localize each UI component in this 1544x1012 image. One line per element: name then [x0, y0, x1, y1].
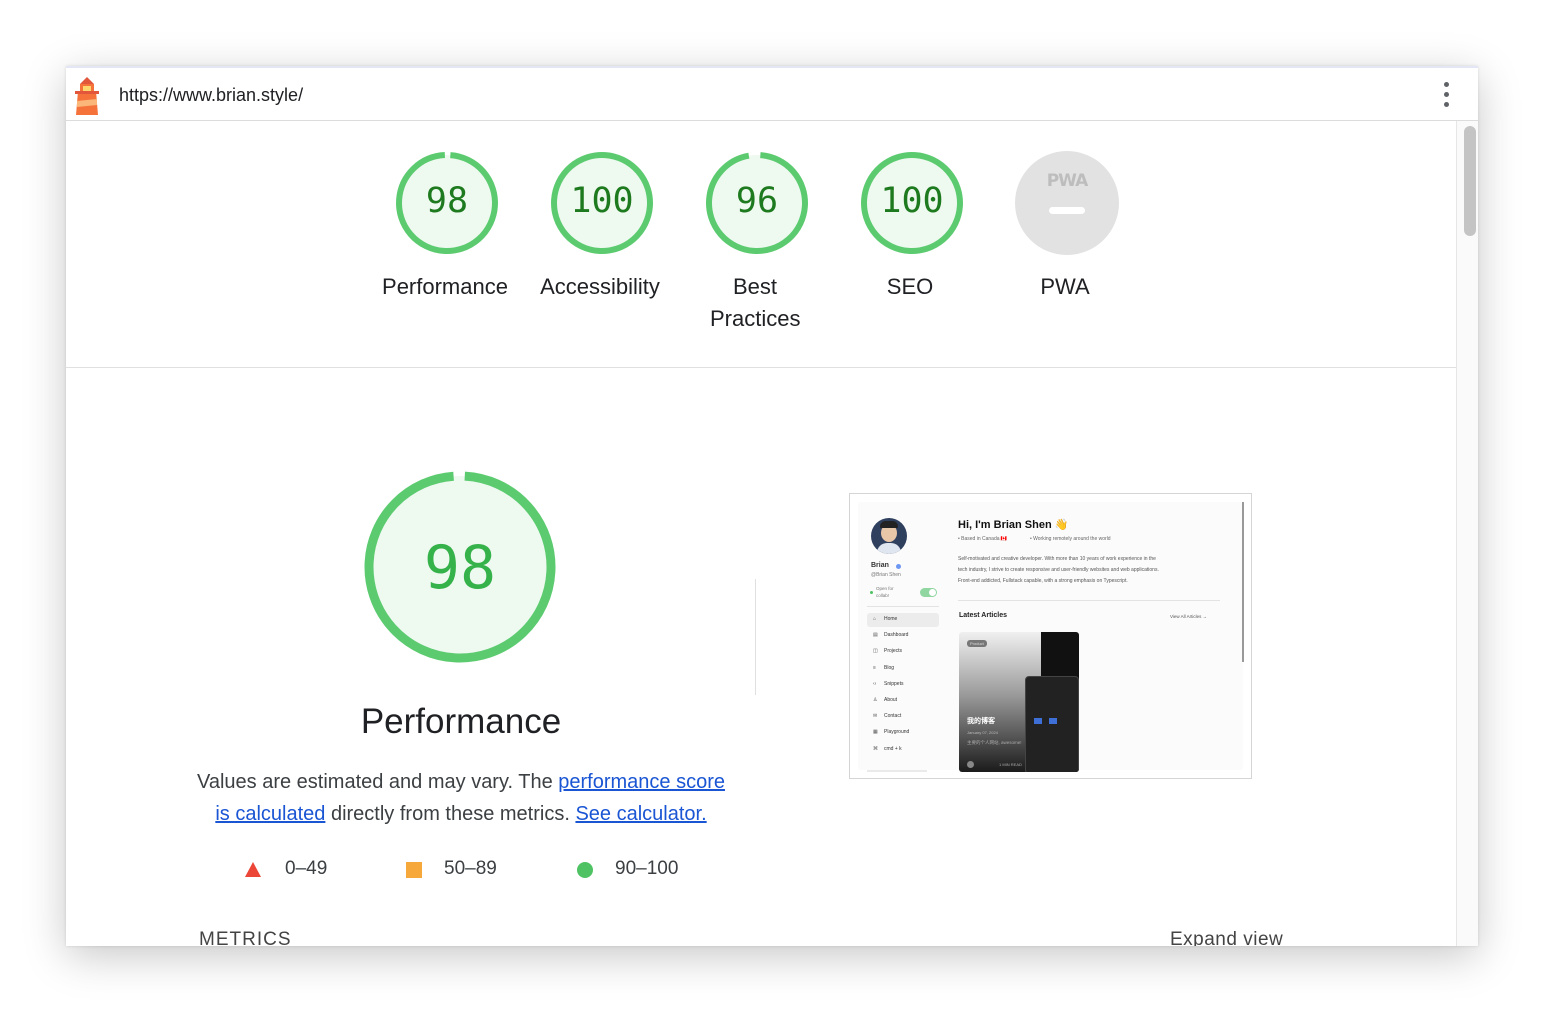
collab-toggle [920, 588, 937, 597]
gauge-label: PWA [1040, 274, 1090, 299]
remote-text: • Working remotely around the world [1030, 536, 1111, 542]
nav-item-icon: ‹› [873, 680, 877, 687]
scrollbar-track[interactable] [1456, 121, 1478, 946]
performance-description: Values are estimated and may vary. The p… [196, 766, 726, 830]
metrics-heading: METRICS [199, 929, 292, 946]
view-all-link: View All Articles → [1170, 614, 1208, 619]
avatar [871, 518, 907, 554]
sidebar-footer [867, 770, 927, 772]
legend-pass-range: 90–100 [615, 858, 679, 879]
gauge-score: 98 [425, 181, 469, 221]
nav-item-icon: ⌂ [873, 616, 877, 622]
greeting: Hi, I'm Brian Shen 👋 [958, 519, 1069, 531]
scrollbar-thumb[interactable] [1464, 126, 1476, 236]
triangle-fail-icon [245, 862, 261, 877]
article-card-screen-accent [1049, 718, 1057, 724]
browser-window: https://www.brian.style/ 98 Performance … [66, 66, 1478, 946]
article-title: 我的博客 [967, 718, 995, 725]
page-url[interactable]: https://www.brian.style/ [119, 85, 303, 106]
nav-item-icon: ⌘ [873, 745, 878, 752]
nav-item-label: Home [884, 616, 898, 622]
desc-text-2: directly from these metrics. [325, 803, 576, 825]
gauge-score: 96 [735, 181, 779, 221]
gauge-score: 100 [880, 181, 944, 221]
article-read-time: 1 MIN READ [999, 762, 1022, 767]
pwa-badge-text: PWA [1046, 171, 1089, 191]
gauge-label: SEO [886, 274, 934, 299]
final-screenshot[interactable]: Brian @Brian Shen Open for collab! ⌂ Home… [849, 493, 1252, 779]
nav-item-label: Playground [884, 729, 910, 736]
nav-item-label: Snippets [884, 680, 904, 687]
screenshot-scrollbar [1242, 502, 1244, 662]
circle-pass-icon [577, 862, 593, 878]
bio-line-3: Front-end addicted, Fullstack capable, w… [958, 578, 1128, 584]
bio-line-1: Self-motivated and creative developer. W… [958, 556, 1156, 562]
collab-text: collab! [876, 593, 890, 598]
location-text: • Based in Canada 🇨🇦 [958, 536, 1008, 542]
latest-articles-heading: Latest Articles [959, 612, 1007, 619]
nav-item-icon: ♙ [873, 697, 878, 703]
performance-score: 98 [423, 533, 497, 603]
open-for-text: Open for [876, 586, 894, 591]
article-desc: 主要的个人网站, awesome! [967, 740, 1022, 745]
nav-active-bg [867, 613, 939, 627]
gauge-label: Best Practices [710, 274, 801, 331]
performance-gauge-large: 98 [362, 469, 558, 665]
pwa-badge-icon: PWA [1015, 151, 1119, 255]
article-tag: Product [967, 640, 987, 647]
expand-view-button[interactable]: Expand view [1170, 929, 1283, 946]
nav-item-icon: ◫ [873, 648, 878, 655]
score-gauges: 98 Performance 100 Accessibility 96 Best… [66, 121, 1456, 368]
article-card: Product 我的博客 January 07, 2024 主要的个人网站, a… [959, 632, 1079, 772]
article-author-avatar [967, 761, 974, 768]
sidebar-divider [867, 606, 939, 607]
kebab-menu-icon[interactable] [1438, 82, 1454, 110]
nav-item-label: Blog [884, 664, 895, 671]
performance-title: Performance [360, 702, 562, 741]
report-content: 98 Performance 100 Accessibility 96 Best… [66, 121, 1456, 946]
square-average-icon [406, 862, 422, 878]
nav-item-label: Contact [884, 713, 902, 720]
verified-icon [896, 564, 901, 569]
nav-item-label: Dashboard [884, 632, 909, 639]
main-divider [958, 600, 1220, 601]
article-card-phone [1025, 676, 1079, 772]
legend-fail-range: 0–49 [285, 858, 328, 879]
gauge-label: Performance [382, 274, 508, 299]
vertical-divider [755, 579, 756, 695]
bio-line-2: tech industry, I strive to create respon… [958, 567, 1159, 573]
nav-item-label: Projects [884, 648, 903, 655]
gauge-score: 100 [570, 181, 634, 221]
nav-item-icon: ▦ [873, 729, 878, 736]
nav-item-icon: ✉ [873, 713, 878, 720]
lighthouse-icon [75, 77, 99, 115]
profile-handle: @Brian Shen [871, 572, 901, 578]
url-bar: https://www.brian.style/ [66, 68, 1478, 121]
see-calculator-link[interactable]: See calculator. [575, 803, 706, 825]
nav-item-label: cmd + k [884, 745, 902, 752]
gauge-label: Accessibility [540, 274, 660, 299]
article-date: January 07, 2024 [967, 730, 998, 735]
nav-item-icon: ≡ [873, 664, 876, 671]
legend-average-range: 50–89 [444, 858, 497, 879]
status-dot-icon [870, 591, 873, 594]
nav-item-label: About [884, 697, 898, 703]
article-card-screen-accent [1034, 718, 1042, 724]
pwa-na-dash [1049, 207, 1085, 214]
nav-item-icon: ▤ [873, 632, 878, 639]
desc-text-1: Values are estimated and may vary. The [196, 771, 559, 793]
profile-name: Brian [871, 562, 889, 569]
